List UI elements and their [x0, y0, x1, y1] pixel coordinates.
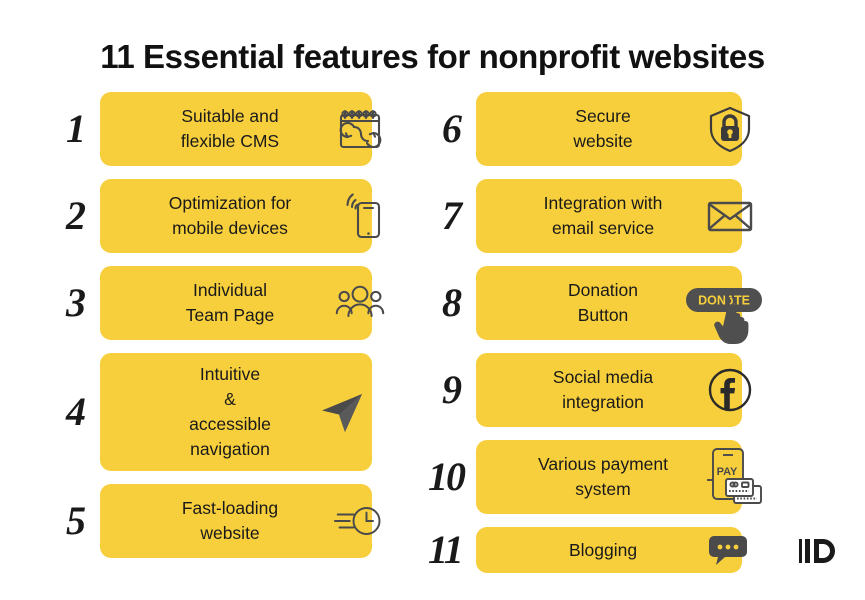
feature-card-4[interactable]: 4 Intuitive & accessible navigation: [66, 353, 372, 471]
id-logo: [797, 536, 841, 566]
feature-label-4: Intuitive & accessible navigation: [189, 364, 271, 459]
feature-label-7: Integration with email service: [543, 193, 663, 238]
feature-card-5[interactable]: 5 Fast-loading website: [66, 484, 381, 558]
donate-button-text: DONATE: [698, 294, 750, 308]
feature-card-10[interactable]: 10 Various payment system PAY: [428, 440, 762, 514]
feature-number-9: 9: [442, 367, 462, 412]
envelope-icon: [704, 190, 756, 242]
feature-card-8[interactable]: 8 Donation Button DONATE: [442, 266, 762, 344]
pay-text: PAY: [717, 466, 738, 478]
feature-card-11[interactable]: 11 Blogging: [428, 527, 747, 573]
shield-lock-icon: [704, 103, 756, 155]
feature-label-6: Secure website: [573, 106, 633, 151]
feature-number-10: 10: [428, 454, 466, 499]
feature-number-11: 11: [428, 527, 464, 572]
page-title: 11 Essential features for nonprofit webs…: [100, 38, 765, 75]
feature-number-2: 2: [66, 193, 86, 238]
feature-card-2[interactable]: 2 Optimization for mobile devices: [66, 179, 381, 253]
cms-calendar-refresh-icon: [334, 103, 386, 155]
people-group-icon: [334, 277, 386, 329]
fast-clock-icon: [333, 495, 386, 547]
feature-number-8: 8: [442, 280, 462, 325]
feature-card-7[interactable]: 7 Integration with email service: [442, 179, 753, 253]
feature-number-4: 4: [66, 389, 86, 434]
infographic-canvas: 11 Essential features for nonprofit webs…: [0, 0, 865, 600]
feature-label-3: Individual Team Page: [185, 280, 275, 325]
feature-label-2: Optimization for mobile devices: [168, 193, 292, 238]
facebook-circle-icon: [704, 364, 756, 416]
phone-payment-cards-icon: PAY: [702, 446, 764, 508]
feature-number-6: 6: [442, 106, 462, 151]
feature-number-3: 3: [66, 280, 86, 325]
speech-bubble-icon: [708, 530, 748, 570]
feature-label-8: Donation Button: [567, 280, 639, 325]
feature-label-1: Suitable and flexible CMS: [180, 106, 280, 151]
left-column: 1 Suitable and flexible CMS 2 Optimizati…: [66, 92, 385, 571]
right-column: 6 Secure website 7 Integration with emai…: [428, 92, 762, 586]
feature-number-1: 1: [66, 106, 86, 151]
feature-label-5: Fast-loading website: [181, 498, 279, 543]
feature-number-5: 5: [66, 498, 86, 543]
donate-button-cursor-icon[interactable]: DONATE: [686, 288, 762, 350]
feature-label-9: Social media integration: [552, 367, 654, 412]
feature-card-9[interactable]: 9 Social media integration: [442, 353, 752, 427]
feature-card-6[interactable]: 6 Secure website: [442, 92, 751, 166]
feature-card-1[interactable]: 1 Suitable and flexible CMS: [66, 92, 382, 166]
feature-label-11: Blogging: [568, 539, 638, 560]
feature-label-10: Various payment system: [537, 454, 669, 499]
navigation-arrow-icon: [316, 386, 368, 438]
mobile-signal-icon: [334, 190, 386, 242]
feature-number-7: 7: [442, 193, 462, 238]
feature-card-3[interactable]: 3 Individual Team Page: [66, 266, 385, 340]
